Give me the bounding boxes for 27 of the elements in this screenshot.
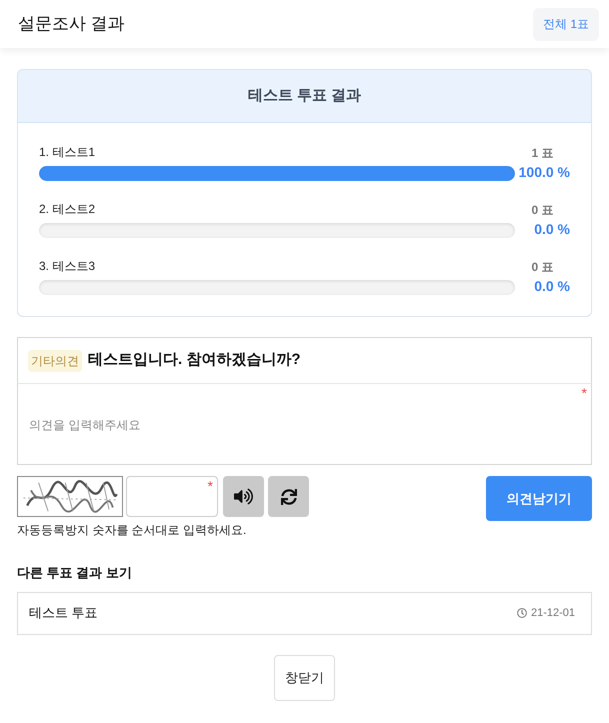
poll-name: 테스트 투표 [29, 604, 98, 622]
vote-percent: 0.0 % [534, 277, 570, 295]
close-window-button[interactable]: 창닫기 [274, 654, 335, 700]
poll-date: 21-12-01 [530, 606, 575, 621]
captcha-input[interactable] [126, 476, 218, 517]
captcha-hint: 자동등록방지 숫자를 순서대로 입력하세요. [17, 522, 248, 538]
page-title: 설문조사 결과 [18, 13, 125, 36]
option-label: 2. 테스트2 [39, 202, 96, 216]
audio-button[interactable] [223, 476, 264, 517]
refresh-icon [280, 488, 296, 504]
opinion-question: 테스트입니다. 참여하겠습니까? [88, 350, 300, 370]
vote-count: 0 표 [531, 203, 554, 217]
category-tag: 기타의견 [28, 350, 82, 372]
vote-count: 0 표 [531, 260, 554, 274]
option-label: 1. 테스트1 [39, 145, 96, 159]
vote-percent: 0.0 % [534, 220, 570, 238]
poll-list-item[interactable]: 테스트 투표 21-12-01 [17, 592, 592, 634]
vote-count: 1 표 [531, 146, 554, 160]
speaker-icon [234, 487, 253, 506]
option-label: 3. 테스트3 [39, 259, 96, 273]
vote-percent: 100.0 % [518, 163, 570, 181]
refresh-button[interactable] [268, 476, 309, 517]
section-title: 다른 투표 결과 보기 [17, 564, 133, 582]
required-mark: * [582, 385, 587, 401]
poll-title: 테스트 투표 결과 [248, 86, 362, 106]
clock-icon [516, 608, 527, 618]
required-mark: * [208, 478, 213, 494]
